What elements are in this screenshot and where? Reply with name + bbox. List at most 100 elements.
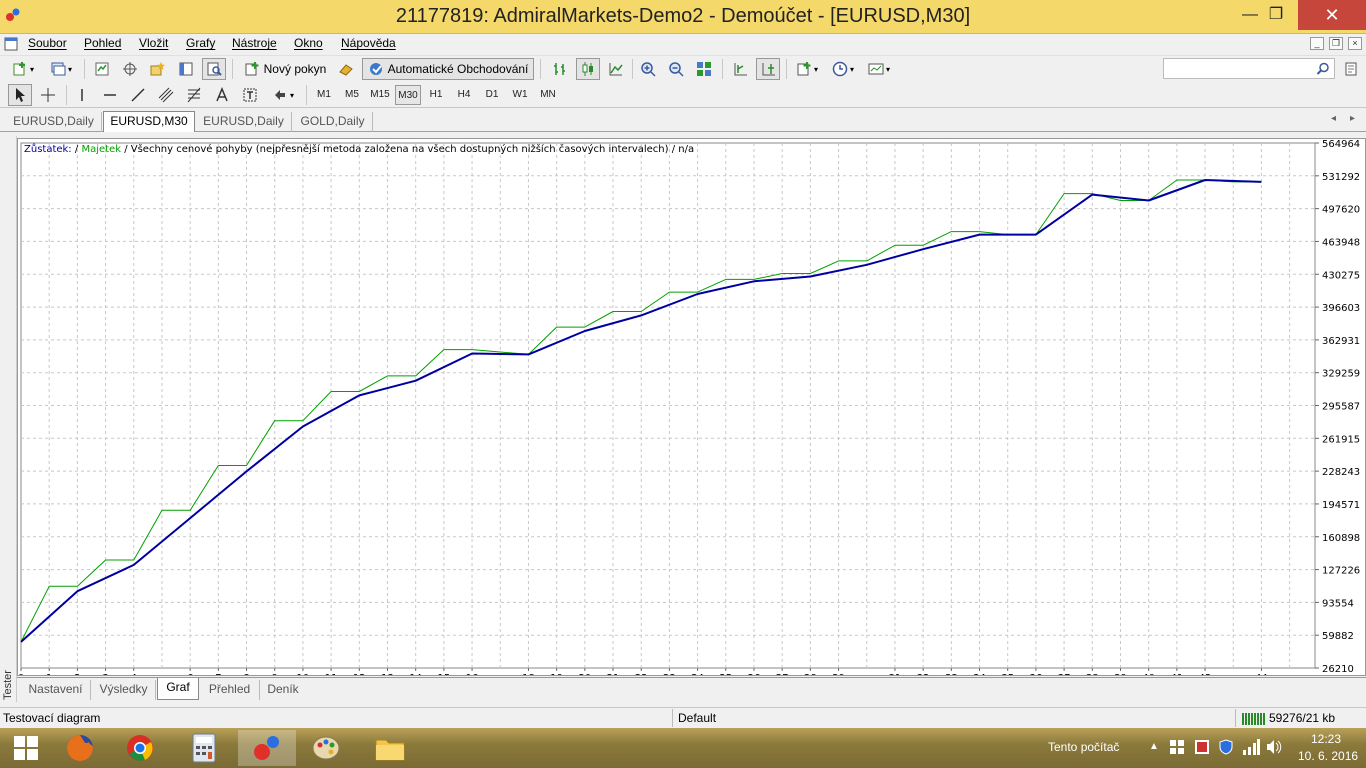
meta-editor-button[interactable] [334,58,358,80]
maximize-button[interactable]: ❐ [1256,0,1296,30]
x-tick-label: 36 [1030,673,1043,675]
tray-network-icon[interactable] [1242,739,1260,755]
timeframe-m5[interactable]: M5 [339,85,365,105]
equidistant-channel-tool-button[interactable] [154,84,178,106]
x-tick-label: 4 [131,673,137,675]
timeframe-d1[interactable]: D1 [479,85,505,105]
vertical-line-tool-button[interactable] [70,84,94,106]
menu-pohled[interactable]: Pohled [84,36,121,50]
line-chart-button[interactable] [604,58,628,80]
legend-model-description: Všechny cenové pohyby (nejpřesnější meto… [130,144,669,155]
y-tick-label: 261915 [1322,434,1360,445]
menu-soubor[interactable]: Soubor [28,36,67,50]
taskbar-firefox[interactable] [54,730,106,766]
x-tick-label: 44 [1255,673,1268,675]
timeframe-m1[interactable]: M1 [311,85,337,105]
x-tick-label: 0 [18,673,24,675]
new-chart-button[interactable]: ▾ [6,58,40,80]
menu-napoveda[interactable]: Nápověda [341,36,396,50]
profiles-button[interactable]: ▾ [44,58,78,80]
chart-tab-eurusd-m30[interactable]: EURUSD,M30 [103,111,195,132]
search-input[interactable] [1166,60,1306,77]
tray-shield-icon[interactable] [1218,739,1234,755]
x-tick-label: 18 [522,673,535,675]
chart-tab-gold-daily[interactable]: GOLD,Daily [293,112,373,132]
auto-scroll-button[interactable] [756,58,780,80]
zoom-in-button[interactable] [636,58,660,80]
timeframe-mn[interactable]: MN [535,85,561,105]
zoom-out-icon [669,62,684,77]
navigator-button[interactable] [146,58,170,80]
timeframe-h1[interactable]: H1 [423,85,449,105]
tabs-scroll-right-button[interactable]: ▸ [1350,113,1355,124]
new-order-button[interactable]: Nový pokyn [240,58,330,80]
mdi-close-button[interactable]: × [1348,37,1362,50]
text-label-icon [243,88,257,102]
candlestick-button[interactable] [576,58,600,80]
zoom-out-button[interactable] [664,58,688,80]
line-chart-icon [609,63,623,76]
market-watch-button[interactable] [90,58,114,80]
terminal-button[interactable] [174,58,198,80]
start-button[interactable] [0,730,52,766]
tray-clock-time[interactable]: 12:23 [1311,732,1341,746]
cursor-tool-button[interactable] [8,84,32,106]
market-watch-icon [95,62,109,76]
search-icon[interactable] [1316,62,1330,76]
taskbar-chrome[interactable] [114,730,166,766]
navigator-star-icon [150,62,165,76]
taskbar-file-explorer[interactable] [364,730,416,766]
menu-nastroje[interactable]: Nástroje [232,36,277,50]
mdi-minimize-button[interactable]: _ [1310,37,1324,50]
taskbar-metatrader[interactable] [238,730,296,766]
arrows-tool-button[interactable]: ▾ [266,84,300,106]
chart-shift-button[interactable] [728,58,752,80]
taskbar-paint[interactable] [300,730,352,766]
close-button[interactable]: ✕ [1298,0,1366,30]
auto-trading-button[interactable]: Automatické Obchodování [362,58,534,80]
tray-volume-icon[interactable] [1266,739,1282,755]
tester-panel-label[interactable]: Tester [2,670,14,700]
timeframe-m30[interactable]: M30 [395,85,421,105]
menu-vlozit[interactable]: Vložit [139,36,168,50]
trendline-tool-button[interactable] [126,84,150,106]
taskbar-calculator[interactable] [178,730,230,766]
search-box[interactable] [1163,58,1335,79]
fibonacci-tool-button[interactable] [182,84,206,106]
tray-show-hidden-button[interactable]: ▲ [1149,741,1159,752]
text-label-tool-button[interactable] [238,84,262,106]
tray-windows-icon[interactable] [1170,740,1184,754]
horizontal-line-tool-button[interactable] [98,84,122,106]
crosshair-icon [41,88,55,102]
crosshair-tool-button[interactable] [36,84,60,106]
timeframe-w1[interactable]: W1 [507,85,533,105]
chart-tab-eurusd-daily[interactable]: EURUSD,Daily [6,112,102,132]
indicators-button[interactable]: ▾ [790,58,824,80]
chart-window-icon[interactable] [4,37,18,51]
tray-computer-label[interactable]: Tento počítač [1048,740,1119,754]
text-tool-button[interactable] [210,84,234,106]
tester-tab-nastaveni[interactable]: Nastavení [21,680,91,700]
tray-clock-date[interactable]: 10. 6. 2016 [1298,749,1358,763]
x-tick-label: 7 [215,673,221,675]
strategy-tester-button[interactable] [202,58,226,80]
templates-button[interactable]: ▾ [862,58,896,80]
menu-okno[interactable]: Okno [294,36,323,50]
tile-windows-button[interactable] [692,58,716,80]
community-button[interactable] [1340,58,1362,80]
timeframe-m15[interactable]: M15 [367,85,393,105]
mdi-restore-button[interactable]: ❐ [1329,37,1343,50]
tabs-scroll-left-button[interactable]: ◂ [1331,113,1336,124]
timeframe-h4[interactable]: H4 [451,85,477,105]
data-window-button[interactable] [118,58,142,80]
periods-button[interactable]: ▾ [826,58,860,80]
tray-flag-icon[interactable] [1194,739,1210,755]
tester-tab-graf[interactable]: Graf [157,678,199,700]
chart-tab-eurusd-daily-2[interactable]: EURUSD,Daily [196,112,292,132]
tester-tab-prehled[interactable]: Přehled [200,680,260,700]
menu-grafy[interactable]: Grafy [186,36,215,50]
tester-tab-denik[interactable]: Deník [261,680,305,700]
status-traffic: 59276/21 kb [1269,711,1336,725]
bar-chart-button[interactable] [548,58,572,80]
tester-tab-vysledky[interactable]: Výsledky [92,680,156,700]
